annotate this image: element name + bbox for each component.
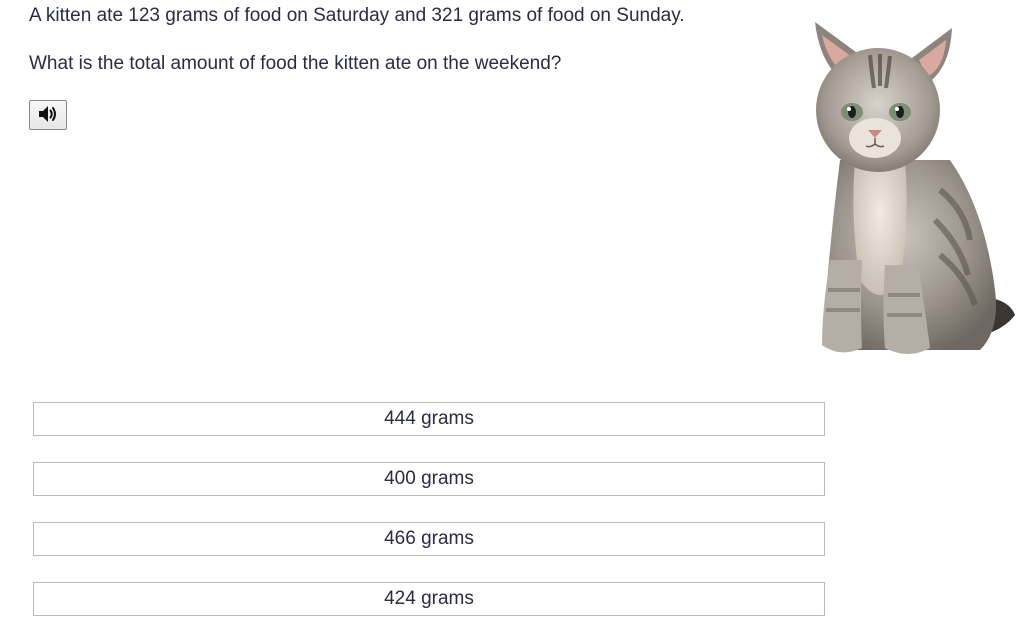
answer-option[interactable]: 400 grams — [33, 462, 825, 496]
question-page: A kitten ate 123 grams of food on Saturd… — [0, 0, 1034, 621]
answer-option[interactable]: 444 grams — [33, 402, 825, 436]
speaker-icon — [37, 104, 59, 127]
kitten-image — [800, 10, 1020, 365]
answer-option[interactable]: 466 grams — [33, 522, 825, 556]
answer-option[interactable]: 424 grams — [33, 582, 825, 616]
read-aloud-button[interactable] — [29, 100, 67, 130]
question-prompt: What is the total amount of food the kit… — [29, 53, 562, 74]
question-statement: A kitten ate 123 grams of food on Saturd… — [29, 5, 685, 26]
